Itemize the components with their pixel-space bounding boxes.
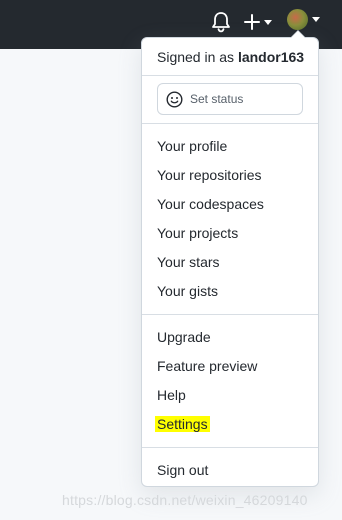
menu-item-sign-out[interactable]: Sign out	[142, 456, 318, 485]
bell-icon[interactable]	[211, 11, 231, 33]
set-status-label: Set status	[190, 92, 244, 106]
menu-item-your-repositories[interactable]: Your repositories	[142, 161, 318, 190]
divider	[142, 75, 318, 76]
chevron-down-icon	[312, 17, 320, 22]
menu-item-your-profile[interactable]: Your profile	[142, 132, 318, 161]
set-status-button[interactable]: Set status	[157, 83, 303, 115]
chevron-down-icon	[264, 20, 272, 25]
divider	[142, 447, 318, 448]
menu-item-feature-preview[interactable]: Feature preview	[142, 352, 318, 381]
user-dropdown-menu: Signed in as landor163 Set status Your p…	[141, 30, 319, 487]
divider	[142, 314, 318, 315]
menu-item-upgrade[interactable]: Upgrade	[142, 323, 318, 352]
menu-item-your-gists[interactable]: Your gists	[142, 277, 318, 306]
menu-item-your-projects[interactable]: Your projects	[142, 219, 318, 248]
watermark-text: https://blog.csdn.net/weixin_46209140	[62, 492, 308, 508]
divider	[142, 123, 318, 124]
menu-item-your-stars[interactable]: Your stars	[142, 248, 318, 277]
username: landor163	[237, 49, 305, 65]
avatar	[287, 9, 308, 30]
create-new-button[interactable]	[244, 12, 274, 32]
settings-highlight: Settings	[155, 416, 210, 432]
menu-item-settings[interactable]: Settings	[142, 410, 318, 439]
menu-item-your-codespaces[interactable]: Your codespaces	[142, 190, 318, 219]
menu-item-help[interactable]: Help	[142, 381, 318, 410]
plus-icon	[244, 14, 260, 30]
signed-in-label: Signed in as landor163	[157, 49, 305, 65]
smiley-icon	[166, 91, 183, 108]
